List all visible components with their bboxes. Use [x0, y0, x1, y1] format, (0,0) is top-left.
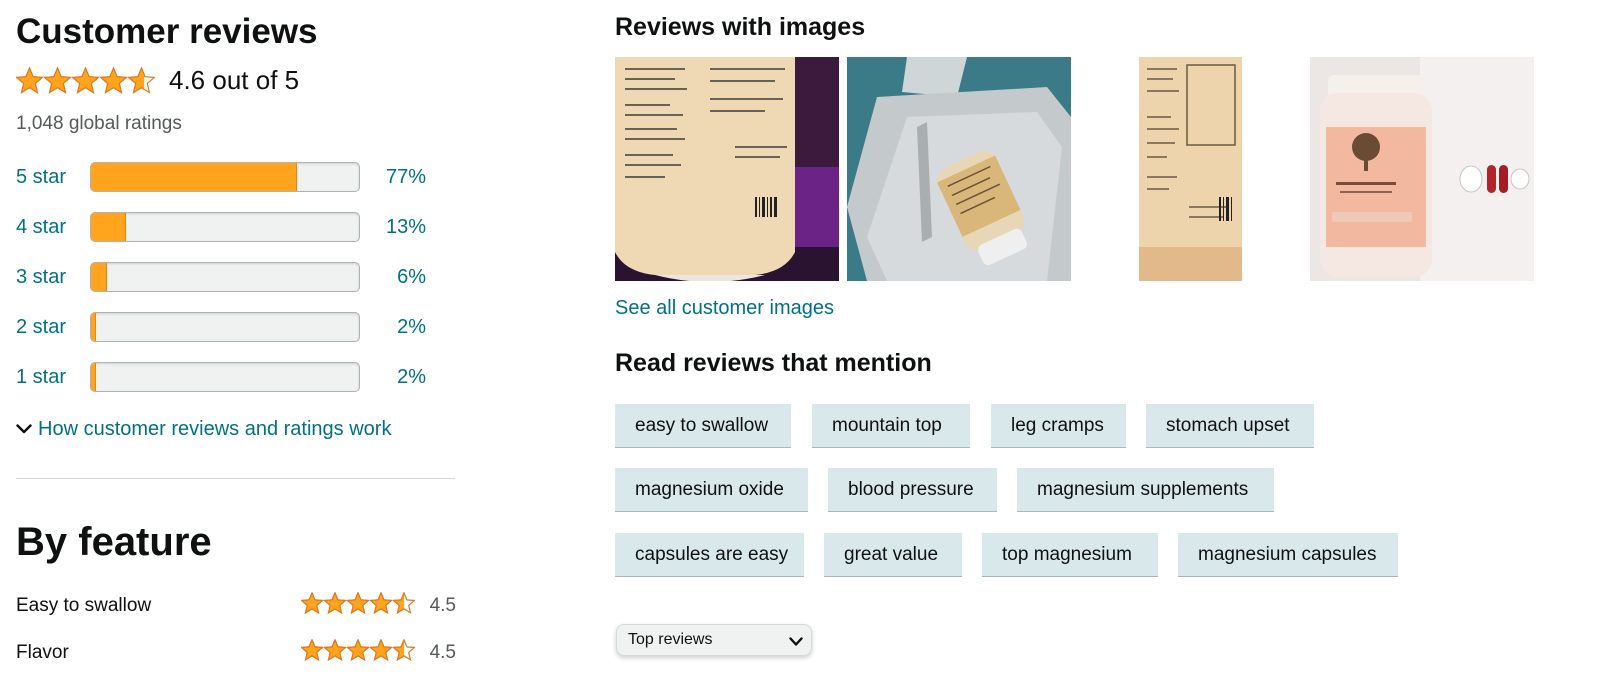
mention-chip[interactable]: top magnesium [982, 533, 1158, 577]
global-ratings-count: 1,048 global ratings [16, 113, 182, 134]
histogram-row-3-star[interactable]: 3 star 6% [16, 262, 456, 292]
by-feature-title: By feature [16, 520, 212, 564]
chevron-down-icon [789, 634, 803, 652]
histogram-percent[interactable]: 6% [397, 264, 426, 290]
mention-chip[interactable]: magnesium supplements [1017, 468, 1274, 512]
histogram-label[interactable]: 4 star [16, 214, 66, 240]
reviews-right-panel: Reviews with images See all customer ima… [615, 0, 1575, 697]
feature-name: Flavor [16, 642, 69, 663]
histogram-label[interactable]: 2 star [16, 314, 66, 340]
customer-photo-bottle-label-purple-icon [615, 57, 839, 281]
histogram-bar[interactable] [90, 262, 360, 292]
histogram-percent[interactable]: 2% [397, 364, 426, 390]
mention-chip[interactable]: great value [824, 533, 962, 577]
chevron-down-icon [16, 417, 38, 441]
mention-chip[interactable]: easy to swallow [615, 404, 791, 448]
histogram-row-1-star[interactable]: 1 star 2% [16, 362, 456, 392]
histogram-fill [91, 363, 97, 391]
customer-photo-1[interactable] [615, 57, 839, 281]
feature-row-easy-to-swallow: Easy to swallow 4.5 [16, 592, 456, 620]
feature-rating: 4.5 [429, 642, 456, 663]
mention-chip[interactable]: blood pressure [828, 468, 997, 512]
sort-reviews-dropdown[interactable]: Top reviews [616, 624, 812, 656]
how-reviews-work-link[interactable]: How customer reviews and ratings work [38, 416, 391, 442]
customer-photo-bottle-on-tray-icon [847, 57, 1071, 281]
mention-chip[interactable]: leg cramps [991, 404, 1126, 448]
section-divider [16, 478, 455, 479]
histogram-percent[interactable]: 77% [386, 164, 426, 190]
mention-chip[interactable]: magnesium oxide [615, 468, 808, 512]
mention-chip[interactable]: capsules are easy [615, 533, 804, 577]
histogram-percent[interactable]: 13% [386, 214, 426, 240]
customer-photo-2[interactable] [847, 57, 1071, 281]
histogram-fill [91, 163, 298, 191]
overall-rating[interactable]: 4.6 out of 5 [16, 62, 299, 98]
reviews-with-images-title: Reviews with images [615, 13, 866, 41]
how-reviews-work-toggle[interactable]: How customer reviews and ratings work [16, 416, 391, 442]
mention-chip[interactable]: mountain top [812, 404, 970, 448]
rating-stars-icon [16, 66, 155, 94]
histogram-fill [91, 213, 126, 241]
histogram-bar[interactable] [90, 312, 360, 342]
feature-stars-icon [301, 592, 415, 614]
feature-rating: 4.5 [429, 595, 456, 616]
rating-text: 4.6 out of 5 [169, 65, 300, 95]
histogram-bar[interactable] [90, 362, 360, 392]
histogram-label[interactable]: 3 star [16, 264, 66, 290]
customer-reviews-title: Customer reviews [16, 12, 318, 51]
histogram-row-5-star[interactable]: 5 star 77% [16, 162, 456, 192]
histogram-bar[interactable] [90, 162, 360, 192]
histogram-fill [91, 263, 108, 291]
histogram-fill [91, 313, 97, 341]
customer-photo-4[interactable] [1310, 57, 1534, 281]
feature-stars-icon [301, 639, 415, 661]
mention-chip[interactable]: magnesium capsules [1178, 533, 1398, 577]
read-reviews-mention-title: Read reviews that mention [615, 349, 932, 377]
feature-row-flavor: Flavor 4.5 [16, 639, 456, 667]
histogram-row-2-star[interactable]: 2 star 2% [16, 312, 456, 342]
customer-photo-bottle-label-narrow-icon [1079, 57, 1303, 281]
histogram-bar[interactable] [90, 212, 360, 242]
histogram-percent[interactable]: 2% [397, 314, 426, 340]
see-all-images-link[interactable]: See all customer images [615, 295, 834, 321]
histogram-label[interactable]: 5 star [16, 164, 66, 190]
feature-name: Easy to swallow [16, 595, 152, 616]
customer-photo-magnesium-bottle-capsules-icon [1310, 57, 1534, 281]
histogram-row-4-star[interactable]: 4 star 13% [16, 212, 456, 242]
sort-selected-value: Top reviews [628, 631, 713, 648]
histogram-label[interactable]: 1 star [16, 364, 66, 390]
customer-photo-3[interactable] [1079, 57, 1303, 281]
mention-chip[interactable]: stomach upset [1146, 404, 1314, 448]
